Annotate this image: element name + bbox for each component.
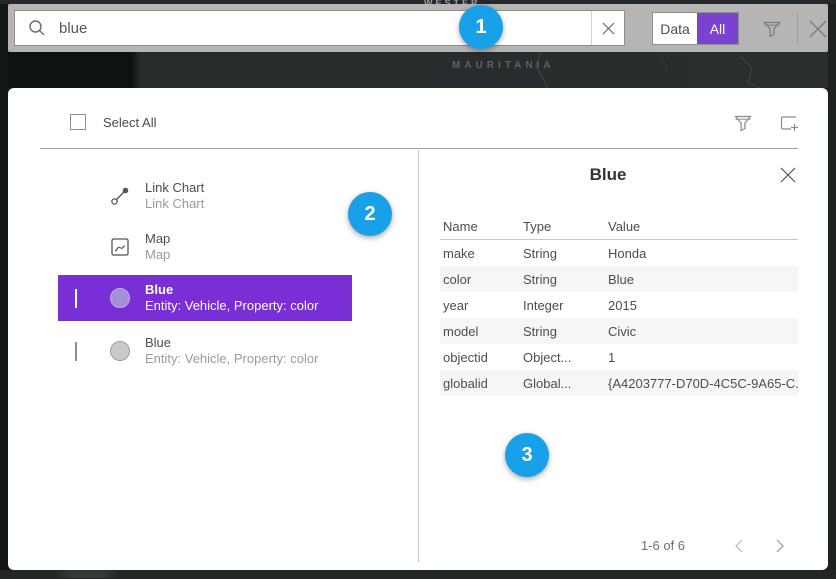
map-strip-bottom bbox=[0, 570, 836, 579]
cell-value: Civic bbox=[608, 324, 798, 339]
close-icon bbox=[780, 167, 796, 183]
toolbar-close-button[interactable] bbox=[806, 17, 830, 41]
callout-badge-2: 2 bbox=[348, 192, 392, 236]
header-divider bbox=[40, 148, 798, 149]
col-header-name: Name bbox=[440, 219, 523, 234]
search-toolbar: blue Data All bbox=[8, 4, 828, 52]
search-input[interactable]: blue bbox=[14, 10, 625, 46]
cell-value: Blue bbox=[608, 272, 798, 287]
map-icon bbox=[109, 236, 131, 258]
entity-circle-icon bbox=[109, 287, 131, 309]
cell-name: make bbox=[440, 246, 523, 261]
pagination-label: 1-6 of 6 bbox=[608, 538, 718, 553]
item-checkbox[interactable] bbox=[75, 289, 77, 308]
toolbar-divider bbox=[797, 13, 798, 44]
map-edge-left bbox=[0, 4, 8, 570]
cell-name: globalid bbox=[440, 376, 523, 391]
item-title: Blue bbox=[145, 335, 318, 351]
item-checkbox[interactable] bbox=[75, 342, 77, 361]
search-scope-toggle: Data All bbox=[652, 12, 739, 45]
map-edge-right bbox=[828, 4, 836, 570]
search-icon bbox=[15, 19, 59, 37]
results-filter-button[interactable] bbox=[730, 110, 756, 136]
link-chart-icon bbox=[109, 185, 131, 207]
cell-type: Integer bbox=[523, 298, 608, 313]
cell-name: objectid bbox=[440, 350, 523, 365]
callout-badge-3: 3 bbox=[505, 433, 549, 477]
chevron-left-icon bbox=[734, 539, 744, 553]
table-row: make String Honda bbox=[440, 240, 798, 266]
map-strip-mid: MAURITANIA bbox=[0, 52, 836, 88]
clear-search-button[interactable] bbox=[591, 11, 624, 45]
list-item-map[interactable]: Map Map bbox=[58, 224, 352, 270]
map-border-lines bbox=[0, 52, 836, 88]
cell-type: String bbox=[523, 272, 608, 287]
checkbox-spacer bbox=[75, 239, 91, 255]
cell-value: Honda bbox=[608, 246, 798, 261]
close-icon bbox=[808, 19, 828, 39]
scope-data-button[interactable]: Data bbox=[653, 13, 697, 44]
chevron-right-icon bbox=[775, 539, 785, 553]
search-results-dialog: Select All Link Chart Link Chart bbox=[8, 88, 828, 570]
pagination-prev-button[interactable] bbox=[728, 535, 750, 557]
cell-value: {A4203777-D70D-4C5C-9A65-C... bbox=[608, 376, 798, 391]
col-header-type: Type bbox=[523, 219, 608, 234]
cell-type: String bbox=[523, 324, 608, 339]
col-header-value: Value bbox=[608, 219, 798, 234]
cell-value: 1 bbox=[608, 350, 798, 365]
item-title: Map bbox=[145, 231, 170, 247]
callout-badge-1: 1 bbox=[459, 5, 503, 49]
cell-type: String bbox=[523, 246, 608, 261]
item-subtitle: Link Chart bbox=[145, 196, 204, 212]
scope-all-button[interactable]: All bbox=[697, 13, 738, 44]
properties-table: Name Type Value make String Honda color … bbox=[440, 214, 798, 396]
toolbar-filter-button[interactable] bbox=[760, 18, 784, 40]
filter-icon bbox=[763, 21, 781, 38]
cell-name: color bbox=[440, 272, 523, 287]
table-row: objectid Object... 1 bbox=[440, 344, 798, 370]
search-query-text: blue bbox=[59, 20, 591, 37]
detail-close-button[interactable] bbox=[778, 165, 798, 185]
select-all-label: Select All bbox=[103, 115, 156, 130]
entity-circle-icon bbox=[109, 340, 131, 362]
map-label-mauritania: MAURITANIA bbox=[452, 60, 555, 71]
item-subtitle: Map bbox=[145, 247, 170, 263]
cell-name: year bbox=[440, 298, 523, 313]
map-attribution-fragment bbox=[52, 570, 122, 578]
table-row: color String Blue bbox=[440, 266, 798, 292]
cell-value: 2015 bbox=[608, 298, 798, 313]
checkbox-spacer bbox=[75, 188, 91, 204]
panel-divider bbox=[418, 150, 419, 562]
item-title: Blue bbox=[145, 282, 318, 298]
cell-type: Global... bbox=[523, 376, 608, 391]
item-subtitle: Entity: Vehicle, Property: color bbox=[145, 351, 318, 367]
cell-name: model bbox=[440, 324, 523, 339]
list-item-blue-selected[interactable]: Blue Entity: Vehicle, Property: color bbox=[58, 275, 352, 321]
add-to-selection-button[interactable] bbox=[776, 110, 802, 136]
screenshot-root: WESTER MAURITANIA blue Data All bbox=[0, 0, 836, 579]
pagination-next-button[interactable] bbox=[769, 535, 791, 557]
table-row: model String Civic bbox=[440, 318, 798, 344]
list-item-blue[interactable]: Blue Entity: Vehicle, Property: color bbox=[58, 328, 352, 374]
item-subtitle: Entity: Vehicle, Property: color bbox=[145, 298, 318, 314]
item-title: Link Chart bbox=[145, 180, 204, 196]
filter-icon bbox=[734, 115, 752, 132]
list-item-link-chart[interactable]: Link Chart Link Chart bbox=[58, 173, 352, 219]
cell-type: Object... bbox=[523, 350, 608, 365]
table-row: globalid Global... {A4203777-D70D-4C5C-9… bbox=[440, 370, 798, 396]
select-all-checkbox[interactable] bbox=[70, 114, 86, 130]
table-row: year Integer 2015 bbox=[440, 292, 798, 318]
table-header: Name Type Value bbox=[440, 214, 798, 240]
detail-title: Blue bbox=[438, 165, 778, 185]
add-selection-icon bbox=[779, 114, 799, 133]
